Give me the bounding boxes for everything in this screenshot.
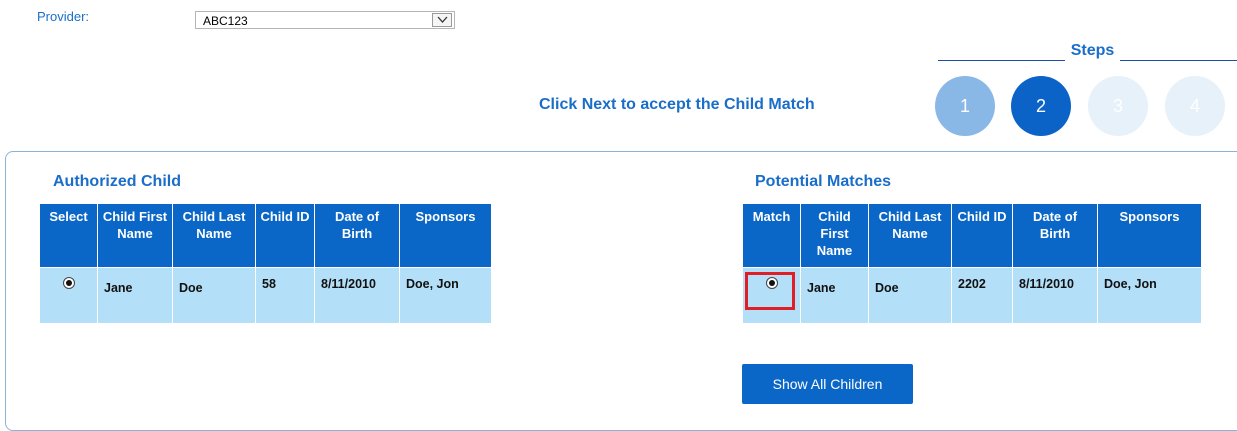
table-row[interactable]: Jane Doe 58 8/11/2010 Doe, Jon [39,267,492,324]
cell-sponsors: Doe, Jon [1097,267,1202,324]
table-row[interactable]: Jane Doe 2202 8/11/2010 Doe, Jon [742,267,1202,324]
provider-select-value: ABC123 [203,14,248,28]
steps-divider-right [1120,60,1237,61]
column-header-child-id: Child ID [951,203,1013,268]
authorized-child-title: Authorized Child [53,173,181,190]
cell-child-id: 58 [255,267,315,324]
select-radio[interactable] [62,277,75,289]
cell-first-name: Jane [97,267,173,324]
first-name-text: Jane [807,281,836,295]
select-cell[interactable] [39,267,98,324]
match-radio[interactable] [765,277,778,289]
column-header-first-name: Child First Name [800,203,869,268]
step-4-indicator: 4 [1165,76,1225,136]
match-cell[interactable] [742,267,801,324]
column-header-first-name: Child First Name [97,203,173,268]
column-header-child-id: Child ID [255,203,315,268]
cell-last-name: Doe [172,267,256,324]
potential-matches-table: Match Child First Name Child Last Name C… [742,203,1202,324]
column-header-last-name: Child Last Name [868,203,952,268]
step-1-indicator: 1 [935,76,995,136]
column-header-select: Select [39,203,98,268]
authorized-child-table: Select Child First Name Child Last Name … [39,203,492,324]
cell-dob: 8/11/2010 [314,267,400,324]
first-name-text: Jane [104,281,133,295]
table-header-row: Match Child First Name Child Last Name C… [742,203,1202,268]
show-all-children-button[interactable]: Show All Children [742,364,913,404]
chevron-down-icon[interactable] [432,13,452,27]
cell-child-id: 2202 [951,267,1013,324]
column-header-sponsors: Sponsors [1097,203,1202,268]
steps-heading: Steps [938,42,1237,62]
column-header-last-name: Child Last Name [172,203,256,268]
last-name-text: Doe [179,281,203,295]
table-header-row: Select Child First Name Child Last Name … [39,203,492,268]
cell-dob: 8/11/2010 [1012,267,1098,324]
provider-select[interactable]: ABC123 [195,11,455,29]
instruction-text: Click Next to accept the Child Match [539,96,815,113]
column-header-dob: Date of Birth [314,203,400,268]
cell-first-name: Jane [800,267,869,324]
steps-divider-left [938,60,1065,61]
column-header-match: Match [742,203,801,268]
column-header-dob: Date of Birth [1012,203,1098,268]
provider-label: Provider: [37,9,90,24]
potential-matches-title: Potential Matches [755,173,892,190]
column-header-sponsors: Sponsors [399,203,492,268]
step-2-indicator: 2 [1011,76,1071,136]
steps-title: Steps [1070,42,1115,59]
cell-last-name: Doe [868,267,952,324]
step-3-indicator: 3 [1088,76,1148,136]
last-name-text: Doe [875,281,899,295]
cell-sponsors: Doe, Jon [399,267,492,324]
